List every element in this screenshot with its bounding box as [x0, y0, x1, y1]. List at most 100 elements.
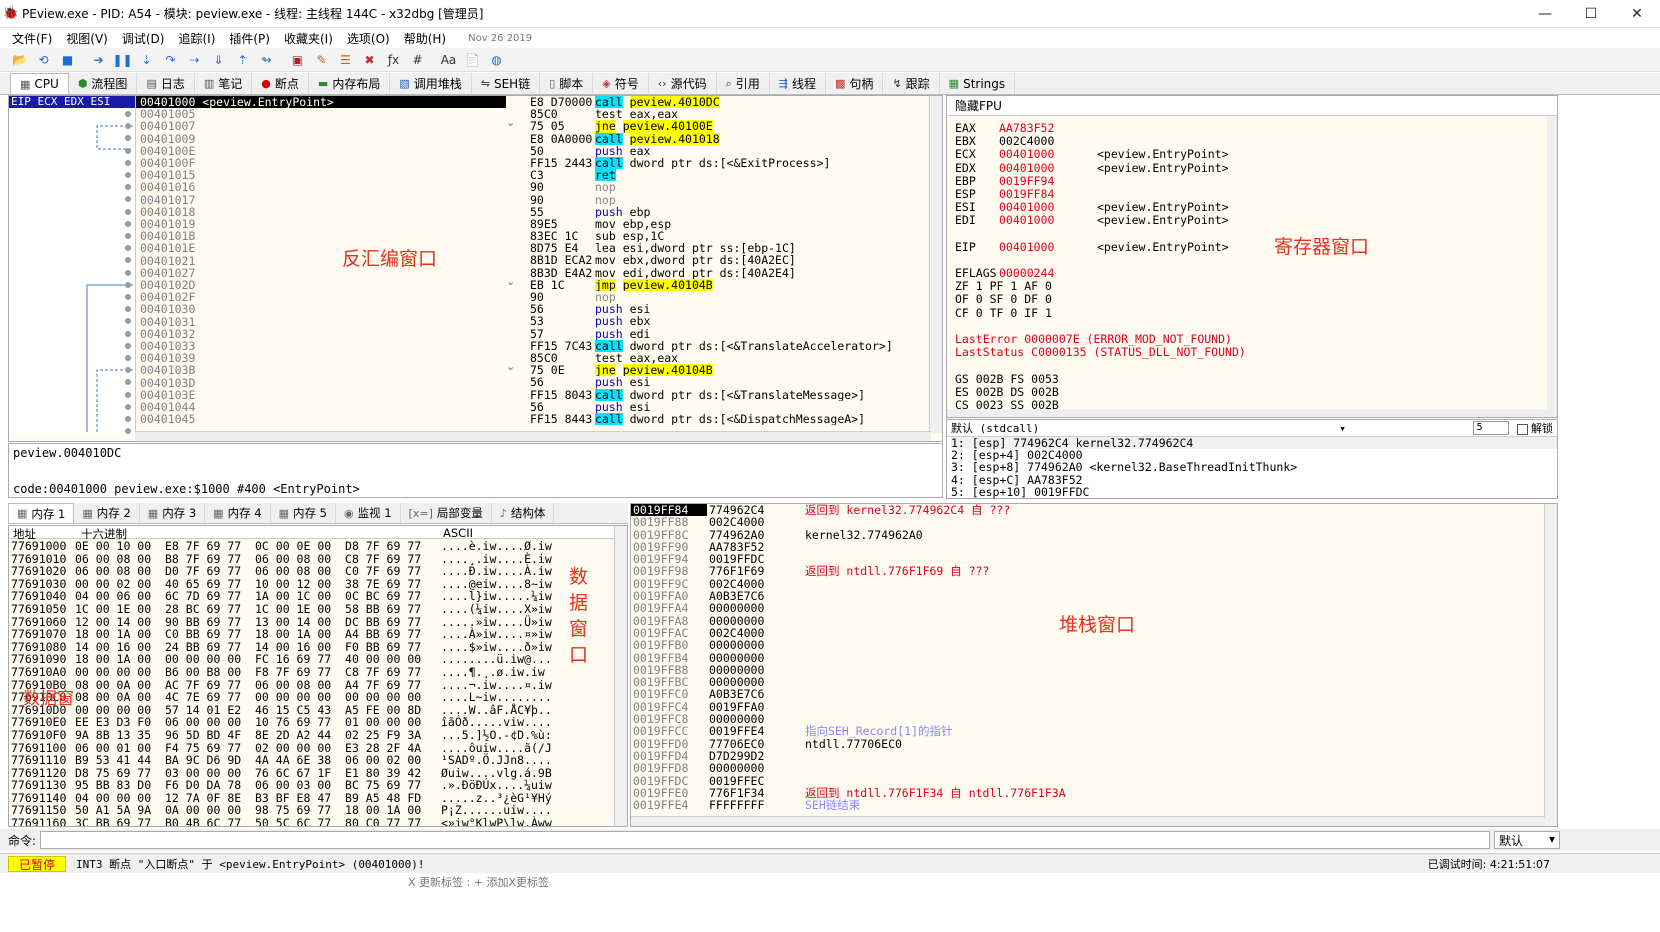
trace-over-icon[interactable]: ⇓	[207, 50, 230, 70]
dump-scrollbar[interactable]	[614, 526, 627, 826]
font-icon[interactable]: Aa	[437, 50, 460, 70]
dump-row[interactable]: 77691130 95 BB 83 D0 F6 D0 DA 78 06 00 03…	[9, 779, 571, 792]
disasm-address[interactable]: 00401009	[136, 133, 506, 145]
disasm-address[interactable]: 00401039	[136, 352, 506, 364]
breakpoint-dot[interactable]	[125, 159, 131, 166]
disasm-address[interactable]: 0040103D	[136, 377, 506, 389]
disasm-address[interactable]: 0040101E	[136, 242, 506, 254]
disasm-instruction[interactable]: call dword ptr ds:[<&TranslateAccelerato…	[595, 339, 931, 352]
menu-item[interactable]: 插件(P)	[229, 30, 270, 47]
disasm-address[interactable]: 00401018	[136, 206, 506, 218]
register-row[interactable]: EDI 00401000 <peview.EntryPoint>	[955, 214, 1246, 227]
disasm-instruction[interactable]: push ebp	[595, 206, 931, 218]
disasm-instruction[interactable]: call peview.401018	[595, 132, 931, 145]
dump-row[interactable]: 776910C0 08 00 0A 00 4C 7E 69 77 00 00 00…	[9, 691, 571, 704]
disasm-instruction[interactable]: sub esp,1C	[595, 230, 931, 242]
menu-item[interactable]: 视图(V)	[66, 30, 108, 47]
breakpoint-dot[interactable]	[125, 355, 131, 361]
memory-tab[interactable]: ▦ 内存 5	[271, 503, 336, 523]
patch-icon[interactable]: ▣	[286, 50, 309, 70]
arg-count-spinner[interactable]: 5	[1472, 421, 1509, 435]
registers-pane[interactable]: 隐藏FPU EAX AA783F52 EBX 002C4000 ECX 00401000 <…	[946, 95, 1558, 418]
disasm-instruction[interactable]: jne peview.40104B	[595, 364, 931, 377]
stack-row[interactable]: 0019FF90 AA783F52	[631, 541, 1066, 554]
function-icon[interactable]: ƒx	[382, 50, 405, 70]
disasm-instruction[interactable]: nop	[595, 194, 931, 206]
stack-row[interactable]: 0019FFD0 77706EC0 ntdll.77706EC0	[631, 737, 1066, 750]
disasm-instruction[interactable]: nop	[595, 291, 931, 303]
breakpoint-dot[interactable]	[125, 403, 131, 410]
menu-item[interactable]: 调试(D)	[122, 30, 165, 47]
stack-pane[interactable]: 0019FF84 774962C4 返回到 kernel32.774962C4 自 …	[630, 503, 1558, 827]
stack-row[interactable]: 0019FFA4 00000000	[631, 602, 1066, 615]
minimize-button[interactable]: —	[1522, 6, 1568, 22]
tab-reference[interactable]: ⌕ 引用	[717, 73, 770, 94]
dump-row[interactable]: 77691110 B9 53 41 44 BA 9C D6 9D 4A 4A 6E…	[9, 754, 571, 767]
run-icon[interactable]: ➔	[87, 50, 110, 70]
disasm-instruction[interactable]: call dword ptr ds:[<&ExitProcess>]	[595, 156, 931, 170]
stack-row[interactable]: 0019FFBC 00000000	[631, 676, 1066, 689]
disasm-instruction[interactable]: call peview.4010DC	[595, 96, 931, 109]
maximize-button[interactable]: ☐	[1568, 6, 1614, 22]
calling-convention-select[interactable]: 默认 (stdcall) ▾	[951, 420, 1346, 436]
disasm-instruction[interactable]: jmp peview.40104B	[595, 278, 931, 291]
disasm-address[interactable]: 00401027	[136, 267, 506, 279]
breakpoint-dot[interactable]	[125, 111, 131, 117]
script-icon[interactable]: 📄	[461, 50, 484, 70]
bookmark-icon[interactable]: ✖	[358, 50, 381, 70]
disasm-instruction[interactable]: lea esi,dword ptr ss:[ebp-1C]	[595, 242, 931, 254]
argument-row[interactable]: 4: [esp+C] AA783F52	[951, 473, 1557, 485]
disasm-address[interactable]: 00401030	[136, 303, 506, 315]
disasm-instruction[interactable]: call dword ptr ds:[<&DispatchMessageA>]	[595, 412, 931, 426]
disasm-address[interactable]: 00401007	[136, 120, 506, 132]
hash-icon[interactable]: #	[406, 50, 429, 70]
disasm-address[interactable]: 00401044	[136, 401, 506, 413]
disasm-instruction[interactable]: test eax,eax	[595, 108, 931, 120]
pause-icon[interactable]: ❚❚	[111, 50, 134, 70]
restart-icon[interactable]: ⟲	[32, 50, 55, 70]
globe-icon[interactable]: ◍	[485, 50, 508, 70]
registers-hscrollbar[interactable]	[947, 409, 1547, 417]
disasm-address[interactable]: 0040100F	[136, 157, 506, 169]
disasm-address[interactable]: 0040101B	[136, 230, 506, 242]
dump-row[interactable]: 776910A0 00 00 00 00 B6 00 B8 00 F8 7F 69…	[9, 666, 571, 679]
stack-row[interactable]: 0019FFB4 00000000	[631, 651, 1066, 664]
disasm-address[interactable]: 00401017	[136, 194, 506, 206]
memory-tab[interactable]: ▦ 内存 1	[8, 503, 75, 523]
stack-row[interactable]: 0019FFAC 002C4000	[631, 627, 1066, 640]
tab-script[interactable]: ▯ 脚本	[540, 73, 594, 94]
open-icon[interactable]: 📂	[8, 50, 31, 70]
register-row[interactable]: EBP 0019FF94	[955, 174, 1246, 188]
tab-source[interactable]: ‹› 源代码	[649, 73, 717, 94]
disasm-address[interactable]: 00401032	[136, 328, 506, 340]
breakpoint-dot[interactable]	[125, 416, 131, 422]
dump-row[interactable]: 77691070 18 00 1A 00 C0 BB 69 77 18 00 1A…	[9, 628, 571, 641]
breakpoint-dot[interactable]	[125, 330, 131, 337]
flags-row[interactable]: CF 0 TF 0 IF 1	[955, 306, 1246, 320]
argument-row[interactable]: 5: [esp+10] 0019FFDC	[951, 486, 1557, 498]
close-button[interactable]: ✕	[1614, 6, 1660, 22]
breakpoint-dot[interactable]	[125, 172, 131, 178]
memory-tab[interactable]: [x=] 局部变量	[401, 503, 492, 523]
menu-item[interactable]: 收藏夹(I)	[284, 30, 333, 47]
menu-item[interactable]: 选项(O)	[347, 30, 390, 47]
stack-row[interactable]: 0019FFD4 D7D299D2	[631, 750, 1066, 763]
disasm-address[interactable]: 00401000 <peview.EntryPoint>	[136, 96, 506, 109]
tab-log[interactable]: ▤ 日志	[137, 73, 195, 94]
memory-tab[interactable]: ◉ 监视 1	[336, 503, 401, 523]
breakpoint-dot[interactable]	[125, 220, 131, 227]
argument-row[interactable]: 3: [esp+8] 774962A0 <kernel32.BaseThread…	[951, 461, 1557, 473]
tab-graph[interactable]: ⬢ 流程图	[69, 73, 138, 94]
dump-row[interactable]: 77691050 1C 00 1E 00 28 BC 69 77 1C 00 1E…	[9, 603, 571, 616]
memory-tab[interactable]: ▦ 内存 3	[140, 503, 206, 523]
breakpoint-dot[interactable]	[125, 294, 131, 300]
segment-row[interactable]: ES 002B DS 002B	[955, 385, 1246, 399]
breakpoint-dot[interactable]	[125, 147, 131, 154]
breakpoint-dot[interactable]	[125, 208, 131, 215]
register-row[interactable]: EIP 00401000 <peview.EntryPoint>	[955, 240, 1246, 254]
hide-fpu-button[interactable]: 隐藏FPU	[947, 96, 1557, 116]
tab-trace[interactable]: ↯ 跟踪	[883, 73, 940, 94]
disasm-instruction[interactable]: push esi	[595, 401, 931, 413]
breakpoint-dot[interactable]	[125, 233, 131, 239]
disasm-instruction[interactable]: push ebx	[595, 315, 931, 327]
